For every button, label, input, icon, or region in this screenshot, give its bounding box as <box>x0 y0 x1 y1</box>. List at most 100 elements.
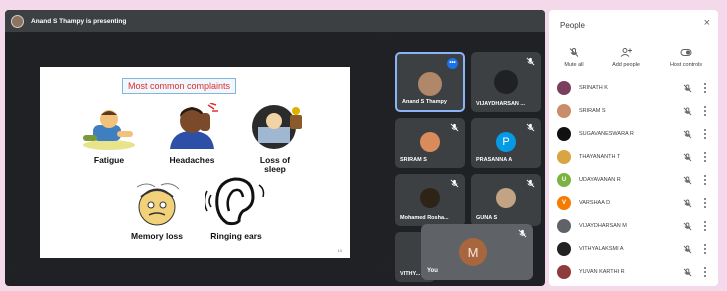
participant-tile[interactable]: Mohamed Rosha... <box>395 174 465 226</box>
mic-off-icon <box>526 57 535 66</box>
meeting-stage: Anand S Thampy is presenting Most common… <box>5 10 545 286</box>
avatar <box>557 265 571 279</box>
participant-row[interactable]: SUGAVANESWARA R <box>557 123 713 145</box>
mic-off-icon[interactable] <box>683 106 692 116</box>
participant-tile[interactable]: SRIRAM S <box>395 118 465 168</box>
more-options-icon[interactable] <box>703 244 707 254</box>
more-options-icon[interactable] <box>703 152 707 162</box>
avatar <box>494 70 518 94</box>
presentation-slide: Most common complaints Fatigue Headaches… <box>40 67 350 258</box>
sleepless-icon <box>252 105 302 149</box>
mic-off-icon <box>569 48 579 57</box>
host-controls-button[interactable]: Host controls <box>661 47 711 68</box>
close-icon[interactable]: × <box>704 18 710 29</box>
more-options-icon[interactable] <box>703 198 707 208</box>
slide-item-memory-loss: Memory loss <box>120 181 194 241</box>
participant-row[interactable]: YUVAN KARTHI R <box>557 261 713 283</box>
more-options-icon[interactable] <box>703 106 707 116</box>
participant-row[interactable]: SRINATH K <box>557 77 713 99</box>
toggle-icon <box>680 49 692 56</box>
avatar <box>557 104 571 118</box>
slide-item-label: Loss of sleep <box>259 155 291 174</box>
participant-name: VIJAYDHARSAN ... <box>476 101 526 107</box>
more-options-icon[interactable] <box>703 267 707 277</box>
participant-tile[interactable]: VIJAYDHARSAN ... <box>471 52 541 112</box>
participant-tile[interactable]: ••• Anand S Thampy <box>395 52 465 112</box>
participant-name: VARSHAA D <box>579 200 611 206</box>
headache-icon <box>170 102 218 149</box>
more-options-icon[interactable] <box>703 221 707 231</box>
action-label: Add people <box>612 62 640 68</box>
participant-name: SRIRAM S <box>400 157 427 163</box>
self-view-tile[interactable]: M You <box>421 224 533 280</box>
participant-tile[interactable]: GUNA S <box>471 174 541 226</box>
mute-all-button[interactable]: Mute all <box>549 47 599 68</box>
mic-off-icon[interactable] <box>683 83 692 93</box>
presenting-text: Anand S Thampy is presenting <box>31 17 127 25</box>
participant-name: Mohamed Rosha... <box>400 215 449 221</box>
slide-item-label: Ringing ears <box>210 231 262 241</box>
speaking-indicator-icon: ••• <box>447 58 458 69</box>
participant-name: SRINATH K <box>579 85 608 91</box>
self-avatar: M <box>459 238 487 266</box>
participant-name: UDAYAVANAN R <box>579 177 621 183</box>
participant-name: YUVAN KARTHI R <box>579 269 625 275</box>
mic-off-icon[interactable] <box>683 152 692 162</box>
fatigue-icon <box>83 110 135 150</box>
participant-name: Anand S Thampy <box>402 99 447 105</box>
participant-row[interactable]: SRIRAM S <box>557 100 713 122</box>
mic-off-icon <box>450 179 459 188</box>
avatar <box>418 72 442 96</box>
people-panel-title: People <box>560 21 585 30</box>
mic-off-icon <box>526 123 535 132</box>
action-label: Mute all <box>564 62 584 68</box>
slide-title: Most common complaints <box>122 78 237 94</box>
mic-off-icon[interactable] <box>683 221 692 231</box>
mic-off-icon[interactable] <box>683 244 692 254</box>
avatar <box>557 242 571 256</box>
mic-off-icon <box>518 229 527 238</box>
avatar <box>557 81 571 95</box>
slide-item-headaches: Headaches <box>156 102 228 165</box>
participant-name: SUGAVANESWARA R <box>579 131 634 137</box>
avatar <box>557 127 571 141</box>
action-label: Host controls <box>669 62 703 68</box>
participant-name: VITHYALAKSMI A <box>579 246 624 252</box>
avatar: P <box>496 132 516 152</box>
participant-row[interactable]: V VARSHAA D <box>557 192 713 214</box>
mic-off-icon[interactable] <box>683 175 692 185</box>
avatar <box>496 188 516 208</box>
mic-off-icon[interactable] <box>683 267 692 277</box>
participant-row[interactable]: VITHYALAKSMI A <box>557 238 713 260</box>
participant-name: VIJAYDHARSAN M <box>579 223 627 229</box>
memory-loss-icon <box>136 183 180 226</box>
slide-item-label: Fatigue <box>93 155 125 165</box>
participant-row[interactable]: U UDAYAVANAN R <box>557 169 713 191</box>
participant-name: SRIRAM S <box>579 108 606 114</box>
more-options-icon[interactable] <box>703 175 707 185</box>
mic-off-icon <box>526 179 535 188</box>
slide-item-ringing-ears: Ringing ears <box>196 175 276 241</box>
participant-name: THAYANANTH T <box>579 154 621 160</box>
avatar <box>557 150 571 164</box>
participant-row[interactable]: VIJAYDHARSAN M <box>557 215 713 237</box>
mic-off-icon[interactable] <box>683 129 692 139</box>
more-options-icon[interactable] <box>703 129 707 139</box>
participant-name: VITHY... <box>400 271 421 277</box>
participant-name: GUNA S <box>476 215 498 221</box>
participant-name: PRASANNA A <box>476 157 513 163</box>
participant-tile[interactable]: P PRASANNA A <box>471 118 541 168</box>
avatar: V <box>557 196 571 210</box>
presenting-banner: Anand S Thampy is presenting <box>5 10 545 32</box>
participant-row[interactable]: THAYANANTH T <box>557 146 713 168</box>
mic-off-icon[interactable] <box>683 198 692 208</box>
more-options-icon[interactable] <box>703 83 707 93</box>
avatar: U <box>557 173 571 187</box>
slide-item-loss-of-sleep: Loss of sleep <box>236 103 314 174</box>
add-person-icon <box>620 48 632 57</box>
mic-off-icon <box>450 123 459 132</box>
people-panel: People × Mute all Add people Host contro… <box>549 10 718 286</box>
add-people-button[interactable]: Add people <box>601 47 651 68</box>
presenter-avatar <box>11 14 24 28</box>
ear-icon <box>203 177 265 226</box>
